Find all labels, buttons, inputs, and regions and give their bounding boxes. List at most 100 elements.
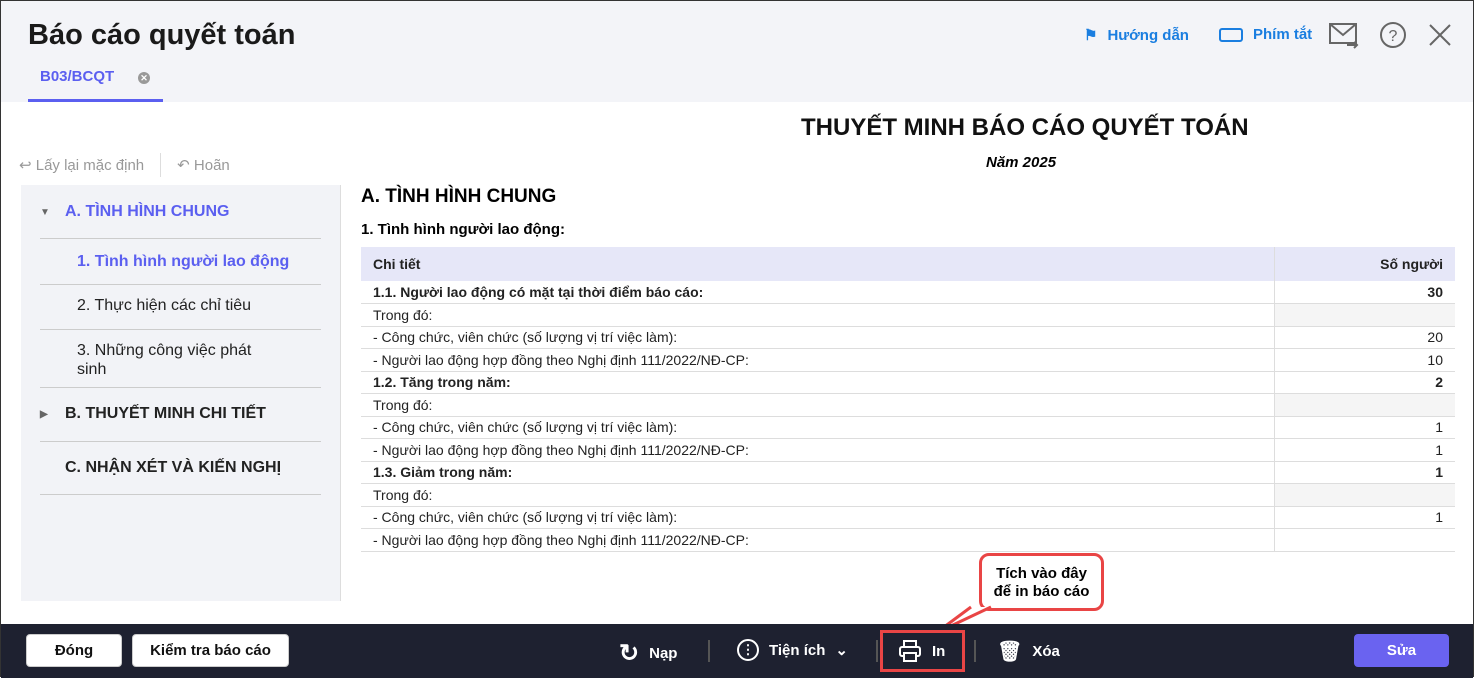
caret-down-icon: ▼ [40,207,50,218]
reload-button[interactable]: ↻ Nạp [619,639,677,668]
table-row: - Người lao động hợp đồng theo Nghị định… [361,438,1455,462]
svg-text:?: ? [1389,28,1398,45]
edit-button[interactable]: Sửa [1354,634,1449,667]
sidebar-label: C. NHẬN XÉT VÀ KIẾN NGHỊ [65,459,282,476]
count-cell[interactable]: 1 [1273,461,1455,484]
table-row: 1.1. Người lao động có mặt tại thời điểm… [361,281,1455,304]
detail-cell: 1.2. Tăng trong năm: [361,371,1274,394]
count-cell[interactable] [1273,483,1455,507]
count-cell[interactable] [1273,393,1455,417]
table-row: Trong đó: [361,303,1455,327]
tab-b03-bcqt[interactable]: B03/BCQT ✕ [28,59,163,102]
count-cell[interactable]: 1 [1273,438,1455,462]
count-cell[interactable]: 2 [1273,371,1455,394]
close-tab-icon[interactable]: ✕ [138,72,150,84]
table-row: 1.3. Giảm trong năm: 1 [361,461,1455,484]
sidebar-label: 1. Tình hình người lao động [77,253,290,270]
table-row: - Công chức, viên chức (số lượng vị trí … [361,416,1455,439]
detail-cell: - Người lao động hợp đồng theo Nghị định… [361,528,1274,552]
table-row: - Người lao động hợp đồng theo Nghị định… [361,528,1455,552]
check-report-button[interactable]: Kiểm tra báo cáo [132,634,289,667]
callout-text: để in báo cáo [993,583,1090,600]
table-row: Trong đó: [361,393,1455,417]
more-icon: ⋮ [737,639,759,661]
sidebar-label: A. TÌNH HÌNH CHUNG [65,203,230,220]
detail-cell: - Người lao động hợp đồng theo Nghị định… [361,348,1274,372]
table-row: - Công chức, viên chức (số lượng vị trí … [361,506,1455,529]
count-cell[interactable]: 10 [1273,348,1455,372]
guide-link[interactable]: ⚑ Hướng dẫn [1084,26,1189,45]
workers-table: Chi tiết Số người 1.1. Người lao động có … [361,247,1455,552]
signpost-icon: ⚑ [1084,27,1098,44]
page-title: Báo cáo quyết toán [28,19,296,51]
sidebar-item-targets[interactable]: 2. Thực hiện các chỉ tiêu [40,285,321,330]
report-title: THUYẾT MINH BÁO CÁO QUYẾT TOÁN [801,114,1249,141]
detail-cell: - Công chức, viên chức (số lượng vị trí … [361,416,1274,439]
divider [876,640,878,662]
table-row: 1.2. Tăng trong năm: 2 [361,371,1455,394]
count-cell[interactable]: 20 [1273,326,1455,349]
table-row: Trong đó: [361,483,1455,507]
count-cell[interactable] [1273,303,1455,327]
sidebar-item-tasks[interactable]: 3. Những công việc phát sinh [40,330,321,388]
reply-arrow-icon: ↩ [19,157,32,174]
reset-button[interactable]: ↩ Lấy lại mặc định [19,156,144,174]
delete-label: Xóa [1032,643,1060,660]
sidebar-item-details[interactable]: ▶ B. THUYẾT MINH CHI TIẾT [40,388,321,442]
undo-label: Hoãn [193,157,230,174]
divider [974,640,976,662]
divider [708,640,710,662]
count-cell[interactable]: 1 [1273,416,1455,439]
detail-cell: - Người lao động hợp đồng theo Nghị định… [361,438,1274,462]
sidebar-item-workers[interactable]: 1. Tình hình người lao động [40,239,321,285]
sidebar-label: 2. Thực hiện các chỉ tiêu [77,297,252,314]
detail-cell: 1.3. Giảm trong năm: [361,461,1274,484]
keyboard-icon [1219,27,1243,42]
utilities-button[interactable]: ⋮ Tiện ích ⌄ [737,639,848,661]
sidebar-label: B. THUYẾT MINH CHI TIẾT [65,405,266,422]
caret-right-icon: ▶ [40,409,48,420]
detail-cell: Trong đó: [361,393,1274,417]
detail-cell: Trong đó: [361,483,1274,507]
sidebar-item-comments[interactable]: C. NHẬN XÉT VÀ KIẾN NGHỊ [40,442,321,495]
divider [160,153,162,177]
sidebar-item-general[interactable]: ▼ A. TÌNH HÌNH CHUNG [40,185,321,239]
shortcuts-link[interactable]: Phím tắt [1219,26,1312,43]
detail-cell: Trong đó: [361,303,1274,327]
detail-cell: 1.1. Người lao động có mặt tại thời điểm… [361,281,1274,304]
help-icon[interactable]: ? [1379,21,1407,49]
count-cell[interactable]: 1 [1273,506,1455,529]
tab-label: B03/BCQT [40,68,115,85]
column-header: Chi tiết [361,247,1274,281]
undo-button[interactable]: ↶ Hoãn [177,156,230,174]
count-cell[interactable]: 30 [1273,281,1455,304]
table-row: - Người lao động hợp đồng theo Nghị định… [361,348,1455,372]
footer: Đóng Kiểm tra báo cáo ↻ Nạp ⋮ Tiện ích ⌄ In… [1,624,1473,678]
trash-icon: 🗑 [997,641,1023,663]
chevron-down-icon: ⌄ [835,642,848,659]
utilities-label: Tiện ích [769,641,826,659]
column-header: Số người [1273,247,1455,281]
detail-cell: - Công chức, viên chức (số lượng vị trí … [361,326,1274,349]
header: Báo cáo quyết toán B03/BCQT ✕ ⚑ Hướng dẫn … [1,1,1473,102]
close-icon[interactable] [1429,24,1451,46]
refresh-icon: ↻ [619,640,640,667]
toolbar: ↩ Lấy lại mặc định ↶ Hoãn [19,153,230,177]
mail-forward-icon[interactable] [1329,21,1359,49]
sidebar: ▼ A. TÌNH HÌNH CHUNG 1. Tình hình người l… [21,185,341,601]
undo-icon: ↶ [177,157,190,174]
callout-text: Tích vào đây [996,565,1087,582]
reset-label: Lấy lại mặc định [35,157,145,174]
guide-label: Hướng dẫn [1107,26,1189,44]
section-heading: A. TÌNH HÌNH CHUNG [361,186,557,207]
reload-label: Nạp [649,645,678,662]
count-cell[interactable] [1273,528,1455,552]
detail-cell: - Công chức, viên chức (số lượng vị trí … [361,506,1274,529]
subsection-heading: 1. Tình hình người lao động: [361,221,565,238]
print-highlight-box [880,630,965,672]
report-year: Năm 2025 [986,154,1057,171]
shortcuts-label: Phím tắt [1253,26,1313,43]
delete-button[interactable]: 🗑 Xóa [997,639,1060,664]
sidebar-label: 3. Những công việc phát sinh [77,342,252,378]
close-button[interactable]: Đóng [26,634,122,667]
